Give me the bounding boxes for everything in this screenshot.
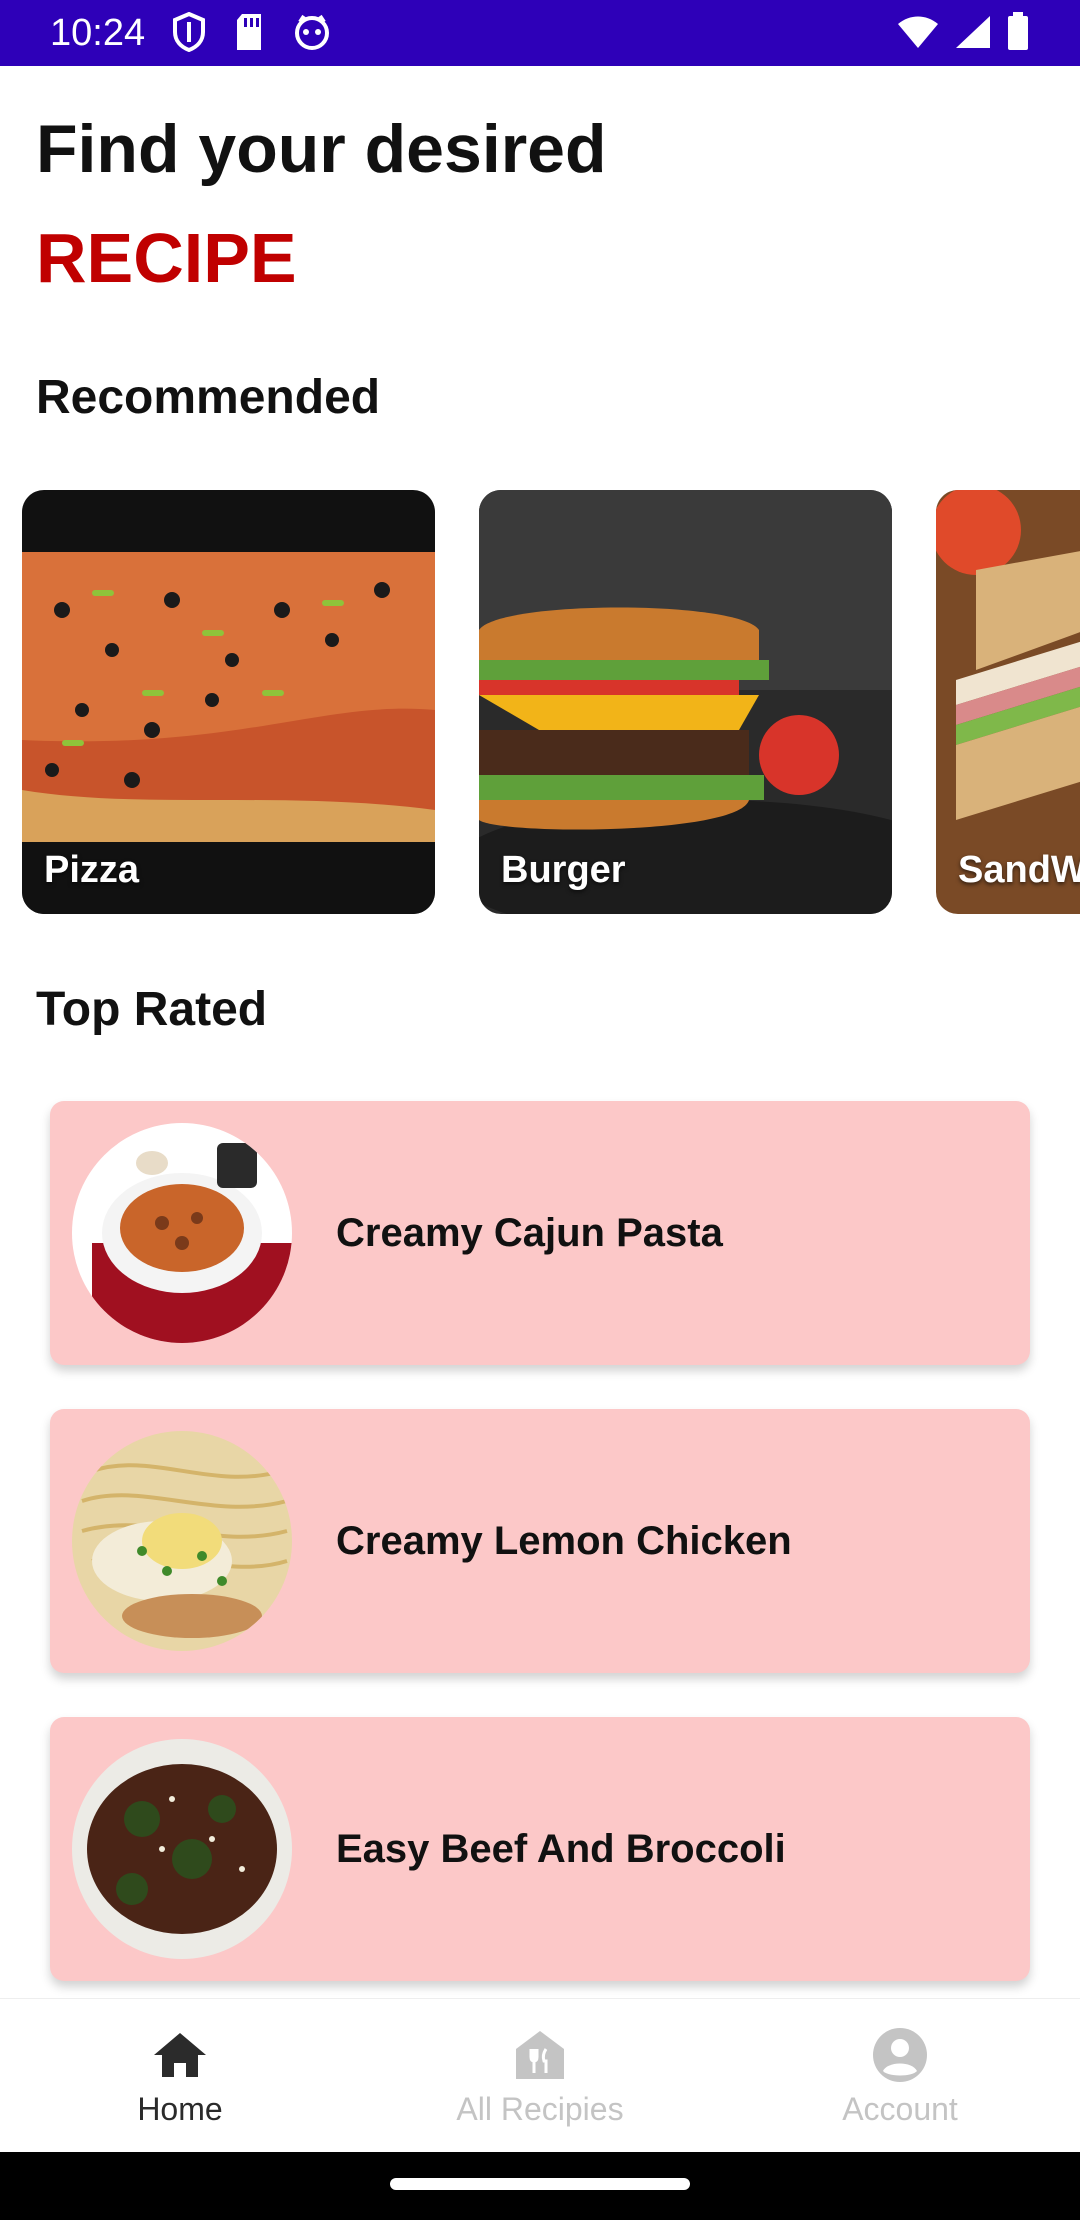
recommended-card-sandwich[interactable]: SandWich <box>936 490 1080 914</box>
recipe-thumbnail <box>72 1739 292 1959</box>
nav-account[interactable]: Account <box>720 1999 1080 2153</box>
recommended-card-burger[interactable]: Burger <box>479 490 892 914</box>
nav-all-recipies[interactable]: All Recipies <box>360 1999 720 2153</box>
recipes-icon <box>516 2031 564 2079</box>
recipe-card-easy-beef-and-broccoli[interactable]: Easy Beef And Broccoli <box>50 1717 1030 1981</box>
home-icon <box>154 2033 206 2077</box>
nav-home[interactable]: Home <box>0 1999 360 2153</box>
recipe-card-creamy-cajun-pasta[interactable]: Creamy Cajun Pasta <box>50 1101 1030 1365</box>
wifi-icon <box>898 16 938 48</box>
recipe-name: Creamy Lemon Chicken <box>336 1518 792 1563</box>
recommended-label: Burger <box>501 849 626 891</box>
notification-icon <box>295 14 329 50</box>
beef-broccoli-image <box>72 1739 292 1959</box>
nav-label: Home <box>137 2091 223 2127</box>
account-icon <box>873 2028 927 2082</box>
home-gesture-handle[interactable] <box>390 2178 690 2190</box>
page-title-accent: RECIPE <box>36 219 297 297</box>
bottom-navigation: Home All Recipies Account <box>0 1998 1080 2153</box>
recipe-name: Easy Beef And Broccoli <box>336 1826 786 1871</box>
status-bar: 10:24 <box>0 0 1080 66</box>
recommended-carousel[interactable]: Pizza Burger SandWich <box>0 490 1080 914</box>
recipe-name: Creamy Cajun Pasta <box>336 1210 723 1255</box>
status-time: 10:24 <box>50 12 146 54</box>
recommended-card-pizza[interactable]: Pizza <box>22 490 435 914</box>
nav-label: Account <box>842 2091 958 2127</box>
recipe-card-creamy-lemon-chicken[interactable]: Creamy Lemon Chicken <box>50 1409 1030 1673</box>
chicken-image <box>72 1431 292 1651</box>
cell-signal-icon <box>956 16 990 48</box>
page-title: Find your desired <box>36 111 607 187</box>
top-rated-title: Top Rated <box>36 983 268 1036</box>
status-icons-left <box>172 12 332 52</box>
recommended-title: Recommended <box>36 371 381 424</box>
sd-card-icon <box>237 14 261 50</box>
status-icons-right <box>896 12 1030 52</box>
pasta-image <box>72 1123 292 1343</box>
system-gesture-bar <box>0 2152 1080 2220</box>
recipe-thumbnail <box>72 1431 292 1651</box>
recommended-label: SandWich <box>958 849 1080 891</box>
recipe-thumbnail <box>72 1123 292 1343</box>
recommended-label: Pizza <box>44 849 140 891</box>
shield-icon <box>173 12 205 52</box>
battery-icon <box>1008 12 1028 50</box>
nav-label: All Recipies <box>456 2091 624 2127</box>
